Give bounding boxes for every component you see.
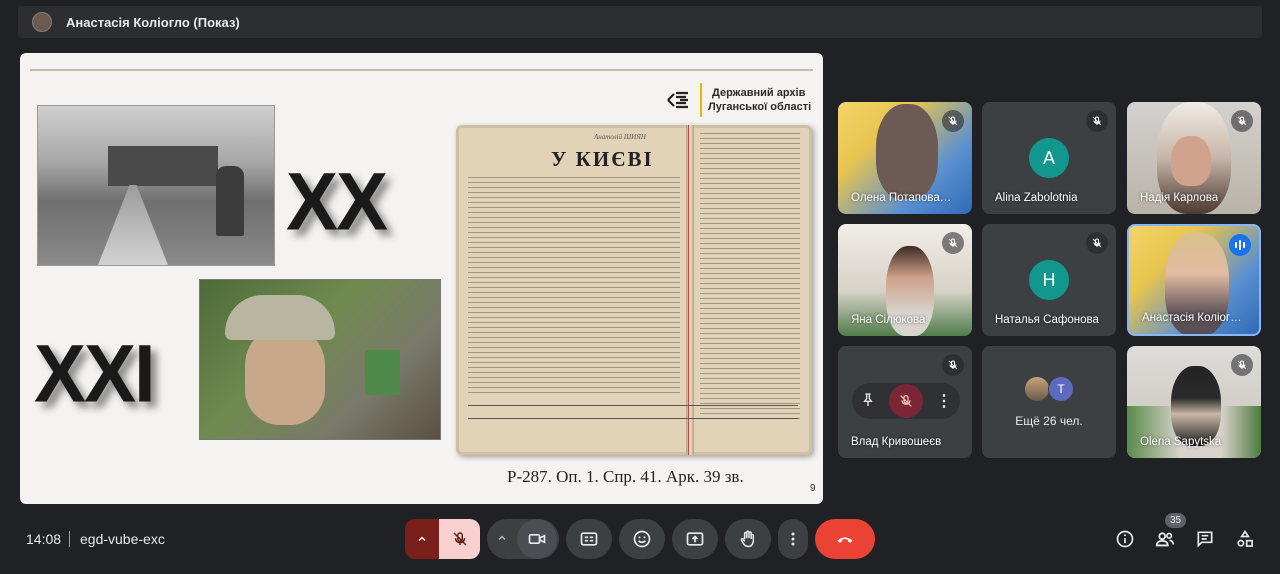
mic-off-icon: [942, 232, 964, 254]
slide-page-number: 9: [810, 483, 816, 494]
captions-button[interactable]: [566, 519, 612, 559]
microphone-control: [405, 519, 480, 559]
mic-off-icon: [1231, 110, 1253, 132]
century-21-label: XXI: [34, 326, 156, 420]
end-call-icon: [837, 537, 853, 543]
mic-toggle-button[interactable]: [439, 519, 480, 559]
participant-name: Анастасія Коліог…: [1142, 312, 1242, 324]
participant-name: Alina Zabolotnia: [995, 192, 1078, 204]
present-screen-icon: [686, 532, 704, 546]
newspaper-page: Анатолій ШИЯН У КИЄВІ: [456, 125, 812, 455]
participant-tile[interactable]: Надія Карлова: [1127, 102, 1261, 214]
participant-name: Влад Кривошеєв: [851, 436, 942, 448]
mic-off-icon: [452, 532, 467, 546]
activities-icon[interactable]: [1233, 527, 1257, 551]
archive-logo: Державний архів Луганської області: [660, 83, 811, 117]
participant-tile-speaking[interactable]: Анастасія Коліог…: [1127, 224, 1261, 336]
participant-tile[interactable]: ⋮ Влад Кривошеєв: [838, 346, 972, 458]
reactions-button[interactable]: [619, 519, 665, 559]
participant-name: Надія Карлова: [1140, 192, 1219, 204]
slide-top-line: [30, 69, 813, 71]
camera-toggle-button[interactable]: [517, 519, 557, 559]
meeting-details-icon[interactable]: [1113, 527, 1137, 551]
tile-hover-controls: ⋮: [852, 383, 960, 419]
camera-options-chevron-icon[interactable]: [487, 532, 517, 547]
participant-count-badge: 35: [1165, 513, 1187, 528]
people-icon[interactable]: [1153, 527, 1177, 551]
speaking-indicator-icon: [1229, 234, 1251, 256]
divider: [69, 531, 70, 547]
clock: 14:08: [26, 531, 62, 547]
presenter-bar: Анастасія Коліогло (Показ): [18, 6, 1262, 38]
participant-name: Olena Sapytska: [1140, 436, 1222, 448]
participant-tile[interactable]: H Наталья Сафонова: [982, 224, 1116, 336]
century-20-label: XX: [286, 154, 388, 248]
participant-name: Олена Потапова…: [851, 192, 952, 204]
participant-tile[interactable]: A Alina Zabolotnia: [982, 102, 1116, 214]
participant-avatar: [1024, 376, 1050, 402]
newspaper-author: Анатолій ШИЯН: [594, 133, 646, 141]
participant-tile[interactable]: Яна Сілюкова: [838, 224, 972, 336]
mic-off-icon: [1231, 354, 1253, 376]
pin-icon[interactable]: [860, 392, 876, 411]
participant-avatar: A: [1029, 138, 1069, 178]
mic-off-icon: [1086, 232, 1108, 254]
hand-icon: [740, 530, 755, 548]
chat-icon[interactable]: [1193, 527, 1217, 551]
archive-name-line2: Луганської області: [708, 101, 812, 113]
more-vert-icon: [791, 532, 795, 546]
participant-tile[interactable]: Олена Потапова…: [838, 102, 972, 214]
camera-icon: [528, 534, 546, 544]
captions-icon: [580, 532, 598, 546]
meeting-code: egd-vube-exc: [80, 531, 165, 547]
presenter-avatar: [32, 12, 52, 32]
camera-control: [487, 519, 559, 559]
leave-call-button[interactable]: [815, 519, 875, 559]
more-options-icon[interactable]: ⋮: [936, 391, 952, 411]
more-participants-label: Ещё 26 чел.: [1015, 414, 1083, 428]
participant-name: Наталья Сафонова: [995, 314, 1099, 326]
mic-off-icon: [942, 354, 964, 376]
remove-participant-icon[interactable]: [889, 384, 923, 418]
participant-tile[interactable]: Olena Sapytska: [1127, 346, 1261, 458]
emoji-icon: [633, 530, 651, 548]
archive-name-line1: Державний архів: [712, 87, 806, 99]
more-participants-tile[interactable]: T Ещё 26 чел.: [982, 346, 1116, 458]
presenter-title: Анастасія Коліогло (Показ): [66, 14, 240, 30]
participant-avatar: T: [1048, 376, 1074, 402]
shared-slide: XX XXI Державний архів Луганської област…: [20, 53, 823, 504]
archive-reference-caption: Р-287. Оп. 1. Спр. 41. Арк. 39 зв.: [507, 467, 744, 486]
mic-off-icon: [1086, 110, 1108, 132]
newspaper-heading: У КИЄВІ: [551, 147, 654, 171]
historical-photo-war: [37, 105, 275, 266]
participant-avatar: H: [1029, 260, 1069, 300]
participant-name: Яна Сілюкова: [851, 314, 926, 326]
modern-photo-elder: [199, 279, 441, 440]
raise-hand-button[interactable]: [725, 519, 771, 559]
present-screen-button[interactable]: [672, 519, 718, 559]
mic-options-chevron-icon[interactable]: [405, 519, 439, 559]
archive-emblem-icon: [660, 83, 694, 117]
more-options-button[interactable]: [778, 519, 808, 559]
mic-off-icon: [942, 110, 964, 132]
